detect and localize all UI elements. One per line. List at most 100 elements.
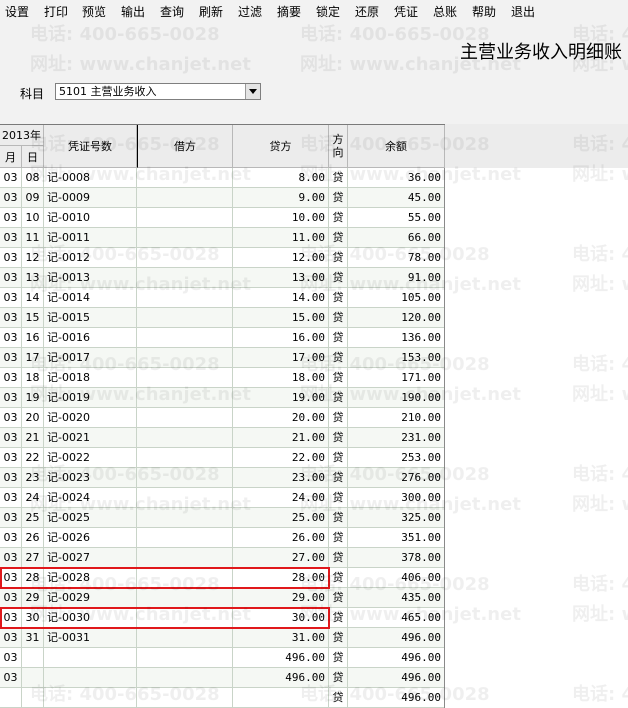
cell-credit: 8.00 — [298, 171, 326, 184]
menu-query[interactable]: 查询 — [160, 4, 184, 20]
header-day: 日 — [22, 146, 44, 168]
menu-refresh[interactable]: 刷新 — [199, 4, 223, 20]
cell-balance: 153.00 — [401, 351, 441, 364]
cell-balance: 378.00 — [401, 551, 441, 564]
table-row[interactable]: 03 16 记-0016 16.00 贷 136.00 — [0, 328, 445, 348]
cell-day: 23 — [25, 471, 40, 484]
cell-balance: 66.00 — [407, 231, 441, 244]
cell-day: 08 — [25, 171, 40, 184]
cell-month: 03 — [3, 591, 18, 604]
cell-direction: 贷 — [332, 231, 344, 244]
dropdown-arrow-icon[interactable] — [245, 84, 260, 99]
table-row[interactable]: 03 14 记-0014 14.00 贷 105.00 — [0, 288, 445, 308]
cell-month: 03 — [3, 651, 18, 664]
table-row[interactable]: 03 11 记-0011 11.00 贷 66.00 — [0, 228, 445, 248]
page-title: 主营业务收入明细账 — [460, 42, 622, 63]
cell-balance: 351.00 — [401, 531, 441, 544]
cell-voucher: 记-0009 — [47, 191, 90, 204]
cell-debit — [137, 508, 232, 528]
cell-month: 03 — [3, 611, 18, 624]
table-row[interactable]: 03 27 记-0027 27.00 贷 378.00 — [0, 548, 445, 568]
table-row[interactable]: 03 08 记-0008 8.00 贷 36.00 — [0, 168, 445, 188]
cell-day: 12 — [25, 251, 40, 264]
cell-direction: 贷 — [332, 331, 344, 344]
table-row[interactable]: 03 31 记-0031 31.00 贷 496.00 — [0, 628, 445, 648]
cell-direction: 贷 — [332, 471, 344, 484]
cell-day: 28 — [25, 571, 40, 584]
subject-select[interactable]: 5101 主营业务收入 — [55, 83, 261, 100]
menu-restore[interactable]: 还原 — [355, 4, 379, 20]
menu-preview[interactable]: 预览 — [82, 4, 106, 20]
col-divider — [43, 168, 44, 708]
cell-direction: 贷 — [332, 551, 344, 564]
cell-month: 03 — [3, 631, 18, 644]
header-year: 2013年 — [0, 125, 44, 146]
cell-day: 13 — [25, 271, 40, 284]
cell-month: 03 — [3, 671, 18, 684]
menu-print[interactable]: 打印 — [44, 4, 68, 20]
cell-balance: 91.00 — [407, 271, 441, 284]
table-row[interactable]: 03 18 记-0018 18.00 贷 171.00 — [0, 368, 445, 388]
cell-debit — [137, 588, 232, 608]
cell-month: 03 — [3, 291, 18, 304]
cell-direction: 贷 — [332, 171, 344, 184]
cell-voucher: 记-0008 — [47, 171, 90, 184]
cell-debit — [137, 168, 232, 188]
table-row[interactable]: 03 21 记-0021 21.00 贷 231.00 — [0, 428, 445, 448]
table-row[interactable]: 03 22 记-0022 22.00 贷 253.00 — [0, 448, 445, 468]
table-row[interactable]: 03 19 记-0019 19.00 贷 190.00 — [0, 388, 445, 408]
menu-lock[interactable]: 锁定 — [316, 4, 340, 20]
table-row[interactable]: 03 26 记-0026 26.00 贷 351.00 — [0, 528, 445, 548]
cell-day: 15 — [25, 311, 40, 324]
menu-filter[interactable]: 过滤 — [238, 4, 262, 20]
table-row[interactable]: 03 20 记-0020 20.00 贷 210.00 — [0, 408, 445, 428]
cell-direction: 贷 — [332, 191, 344, 204]
cell-direction: 贷 — [332, 351, 344, 364]
cell-debit — [137, 568, 232, 588]
cell-debit — [137, 448, 232, 468]
cell-balance: 465.00 — [401, 611, 441, 624]
cell-credit: 14.00 — [291, 291, 325, 304]
cell-voucher: 记-0017 — [47, 351, 90, 364]
menu-general-ledger[interactable]: 总账 — [433, 4, 457, 20]
report-header: 主营业务收入明细账 科目 5101 主营业务收入 — [0, 24, 628, 124]
menu-help[interactable]: 帮助 — [472, 4, 496, 20]
cell-direction: 贷 — [332, 391, 344, 404]
table-row[interactable]: 03 496.00 贷 496.00 — [0, 668, 445, 688]
col-divider — [328, 168, 329, 708]
cell-credit: 13.00 — [291, 271, 325, 284]
cell-balance: 120.00 — [401, 311, 441, 324]
cell-month: 03 — [3, 171, 18, 184]
menu-voucher[interactable]: 凭证 — [394, 4, 418, 20]
menu-export[interactable]: 输出 — [121, 4, 145, 20]
table-row[interactable]: 贷 496.00 — [0, 688, 445, 708]
table-row[interactable]: 03 30 记-0030 30.00 贷 465.00 — [0, 608, 445, 628]
menu-summary[interactable]: 摘要 — [277, 4, 301, 20]
cell-month: 03 — [3, 331, 18, 344]
cell-debit — [137, 388, 232, 408]
table-row[interactable]: 03 29 记-0029 29.00 贷 435.00 — [0, 588, 445, 608]
table-row[interactable]: 03 15 记-0015 15.00 贷 120.00 — [0, 308, 445, 328]
cell-credit: 496.00 — [285, 651, 325, 664]
cell-credit: 496.00 — [285, 671, 325, 684]
table-row[interactable]: 03 10 记-0010 10.00 贷 55.00 — [0, 208, 445, 228]
table-row[interactable]: 03 09 记-0009 9.00 贷 45.00 — [0, 188, 445, 208]
cell-direction: 贷 — [332, 691, 344, 704]
menu-settings[interactable]: 设置 — [5, 4, 29, 20]
header-direction-label: 方向 — [332, 133, 344, 159]
table-row[interactable]: 03 13 记-0013 13.00 贷 91.00 — [0, 268, 445, 288]
table-row[interactable]: 03 17 记-0017 17.00 贷 153.00 — [0, 348, 445, 368]
cell-debit — [137, 528, 232, 548]
cell-voucher: 记-0027 — [47, 551, 90, 564]
table-row[interactable]: 03 23 记-0023 23.00 贷 276.00 — [0, 468, 445, 488]
cell-credit: 20.00 — [291, 411, 325, 424]
table-row[interactable]: 03 24 记-0024 24.00 贷 300.00 — [0, 488, 445, 508]
table-row[interactable]: 03 28 记-0028 28.00 贷 406.00 — [0, 568, 445, 588]
cell-day: 21 — [25, 431, 40, 444]
cell-month: 03 — [3, 371, 18, 384]
menu-exit[interactable]: 退出 — [511, 4, 535, 20]
cell-balance: 136.00 — [401, 331, 441, 344]
table-row[interactable]: 03 25 记-0025 25.00 贷 325.00 — [0, 508, 445, 528]
table-row[interactable]: 03 12 记-0012 12.00 贷 78.00 — [0, 248, 445, 268]
table-row[interactable]: 03 496.00 贷 496.00 — [0, 648, 445, 668]
